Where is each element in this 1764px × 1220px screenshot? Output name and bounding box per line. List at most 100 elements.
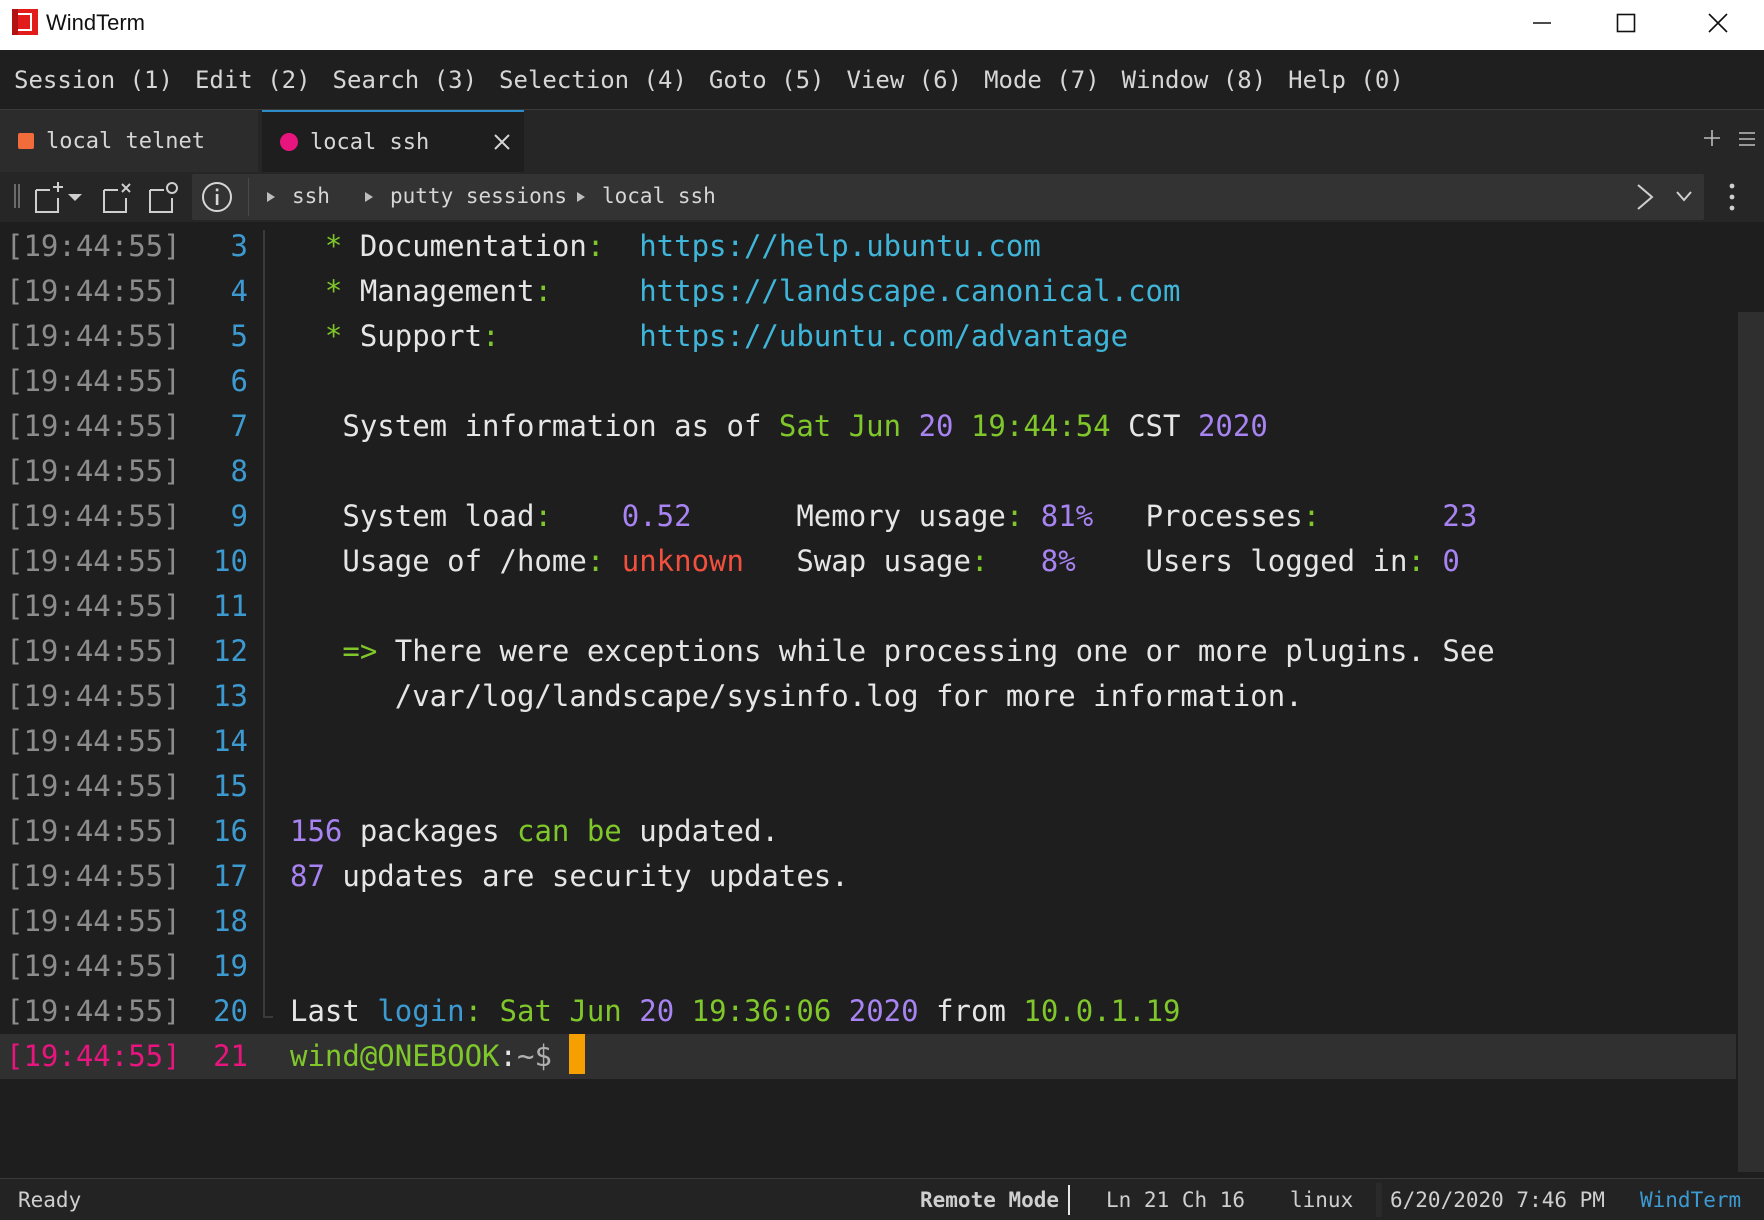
line-timestamp: [19:44:55] bbox=[6, 544, 181, 578]
terminal-prompt-line[interactable]: [19:44:55] 21 wind@ONEBOOK:~$ bbox=[0, 1034, 1736, 1079]
text-segment: 8% bbox=[1040, 544, 1076, 578]
maximize-button[interactable] bbox=[1598, 0, 1654, 46]
text-segment: https://help.ubuntu.com bbox=[639, 229, 1041, 263]
tab-local-ssh[interactable]: local ssh bbox=[262, 110, 524, 172]
line-number: 12 bbox=[213, 634, 248, 668]
line-number: 7 bbox=[230, 409, 248, 443]
line-text: System information as of Sat Jun 20 19:4… bbox=[290, 404, 1267, 449]
menu-goto[interactable]: Goto (5) bbox=[709, 66, 825, 94]
terminal-line[interactable]: [19:44:55] 11 bbox=[0, 584, 1736, 629]
breadcrumb-item-putty-sessions[interactable]: putty sessions bbox=[390, 184, 567, 208]
terminal-line[interactable]: [19:44:55] 12 => There were exceptions wh… bbox=[0, 629, 1736, 674]
breadcrumb-item-ssh[interactable]: ssh bbox=[292, 184, 330, 208]
new-tab-icon[interactable] bbox=[1700, 126, 1724, 150]
line-text: 156 packages can be updated. bbox=[290, 809, 779, 854]
terminal-line[interactable]: [19:44:55] 6 bbox=[0, 359, 1736, 404]
terminal-line[interactable]: [19:44:55] 9 System load: 0.52 Memory usa… bbox=[0, 494, 1736, 539]
maximize-icon bbox=[1616, 13, 1636, 33]
menu-help[interactable]: Help (0) bbox=[1288, 66, 1404, 94]
terminal-line[interactable]: [19:44:55] 14 bbox=[0, 719, 1736, 764]
terminal-line[interactable]: [19:44:55] 19 bbox=[0, 944, 1736, 989]
duplicate-session-icon[interactable] bbox=[144, 178, 182, 216]
terminal-line[interactable]: [19:44:55] 17 87 updates are security upda… bbox=[0, 854, 1736, 899]
terminal-line[interactable]: [19:44:55] 5 * Support: https://ubuntu.co… bbox=[0, 314, 1736, 359]
next-icon[interactable] bbox=[1632, 182, 1658, 212]
text-segment: CST bbox=[1128, 409, 1198, 443]
text-segment: : bbox=[970, 544, 1041, 578]
text-segment: updated. bbox=[621, 814, 779, 848]
line-number: 10 bbox=[213, 544, 248, 578]
menu-view[interactable]: View (6) bbox=[846, 66, 962, 94]
line-text: System load: 0.52 Memory usage: 81% Proc… bbox=[290, 494, 1477, 539]
menu-session[interactable]: Session (1) bbox=[14, 66, 173, 94]
new-session-icon[interactable] bbox=[30, 178, 68, 216]
terminal-line[interactable]: [19:44:55] 18 bbox=[0, 899, 1736, 944]
menu-selection[interactable]: Selection (4) bbox=[499, 66, 687, 94]
terminal-line[interactable]: [19:44:55] 20 Last login: Sat Jun 20 19:36… bbox=[0, 989, 1736, 1034]
terminal-line[interactable]: [19:44:55] 10 Usage of /home: unknown Swa… bbox=[0, 539, 1736, 584]
status-position[interactable]: Ln 21 Ch 16 bbox=[1106, 1188, 1245, 1212]
text-segment: * bbox=[290, 274, 360, 308]
toolbar-grip-icon[interactable] bbox=[14, 184, 20, 208]
tab-color-marker bbox=[18, 133, 34, 149]
session-toolbar: ssh putty sessions local ssh bbox=[0, 172, 1764, 222]
terminal-line[interactable]: [19:44:55] 4 * Management: https://landsc… bbox=[0, 269, 1736, 314]
text-segment: Documentation bbox=[359, 229, 587, 263]
text-segment: from bbox=[918, 994, 1024, 1028]
terminal-line[interactable]: [19:44:55] 15 bbox=[0, 764, 1736, 809]
text-segment: Sat Jun bbox=[778, 409, 919, 443]
terminal-line[interactable]: [19:44:55] 7 System information as of Sat… bbox=[0, 404, 1736, 449]
close-button[interactable] bbox=[1690, 0, 1746, 46]
status-separator bbox=[1376, 1183, 1382, 1217]
scrollbar-thumb[interactable] bbox=[1738, 312, 1764, 1172]
terminal-line[interactable]: [19:44:55] 16 156 packages can be updated. bbox=[0, 809, 1736, 854]
text-segment: Support bbox=[359, 319, 483, 353]
status-os[interactable]: linux bbox=[1290, 1188, 1353, 1212]
line-number: 5 bbox=[230, 319, 248, 353]
minimize-button[interactable] bbox=[1514, 0, 1570, 46]
status-ready: Ready bbox=[18, 1188, 82, 1212]
text-segment: packages bbox=[342, 814, 517, 848]
menu-edit[interactable]: Edit (2) bbox=[195, 66, 311, 94]
line-text: * Management: https://landscape.canonica… bbox=[290, 269, 1181, 314]
status-brand-link[interactable]: WindTerm bbox=[1640, 1188, 1741, 1212]
line-number: 17 bbox=[213, 859, 248, 893]
line-number: 15 bbox=[213, 769, 248, 803]
terminal-line[interactable]: [19:44:55] 3 * Documentation: https://hel… bbox=[0, 224, 1736, 269]
terminal-line[interactable]: [19:44:55] 8 bbox=[0, 449, 1736, 494]
menu-search[interactable]: Search (3) bbox=[333, 66, 478, 94]
line-text: Usage of /home: unknown Swap usage: 8% U… bbox=[290, 539, 1460, 584]
text-segment: * bbox=[290, 319, 360, 353]
text-segment: 2020 bbox=[848, 994, 919, 1028]
breadcrumb-item-local-ssh[interactable]: local ssh bbox=[602, 184, 716, 208]
kebab-icon[interactable] bbox=[1728, 182, 1736, 212]
line-timestamp: [19:44:55] bbox=[6, 994, 181, 1028]
text-segment: Last bbox=[290, 994, 378, 1028]
text-segment: : bbox=[586, 229, 640, 263]
line-timestamp: [19:44:55] bbox=[6, 814, 181, 848]
windterm-logo-icon bbox=[12, 9, 38, 35]
line-timestamp: [19:44:55] bbox=[6, 229, 181, 263]
tab-color-marker bbox=[280, 133, 298, 151]
terminal-line[interactable]: [19:44:55] 13 /var/log/landscape/sysinfo.… bbox=[0, 674, 1736, 719]
tab-close-icon[interactable] bbox=[490, 130, 514, 154]
terminal-output[interactable]: [19:44:55] 3 * Documentation: https://hel… bbox=[0, 222, 1736, 1178]
close-session-icon[interactable] bbox=[98, 178, 136, 216]
text-segment: 20 bbox=[639, 994, 675, 1028]
chevron-down-icon[interactable] bbox=[1674, 188, 1694, 204]
line-text: 87 updates are security updates. bbox=[290, 854, 849, 899]
menu-window[interactable]: Window (8) bbox=[1122, 66, 1267, 94]
text-segment: 0 bbox=[1442, 544, 1460, 578]
text-segment: : bbox=[534, 274, 640, 308]
line-number: 4 bbox=[230, 274, 248, 308]
tab-menu-icon[interactable] bbox=[1736, 128, 1758, 150]
dropdown-icon[interactable] bbox=[64, 178, 86, 216]
info-icon[interactable] bbox=[200, 180, 234, 214]
tab-local-telnet[interactable]: local telnet bbox=[0, 110, 258, 172]
title-bar: WindTerm bbox=[0, 0, 1764, 50]
line-number: 6 bbox=[230, 364, 248, 398]
breadcrumb-divider bbox=[248, 178, 249, 216]
line-timestamp: [19:44:55] bbox=[6, 634, 181, 668]
menu-mode[interactable]: Mode (7) bbox=[984, 66, 1100, 94]
status-mode[interactable]: Remote Mode bbox=[920, 1188, 1059, 1212]
